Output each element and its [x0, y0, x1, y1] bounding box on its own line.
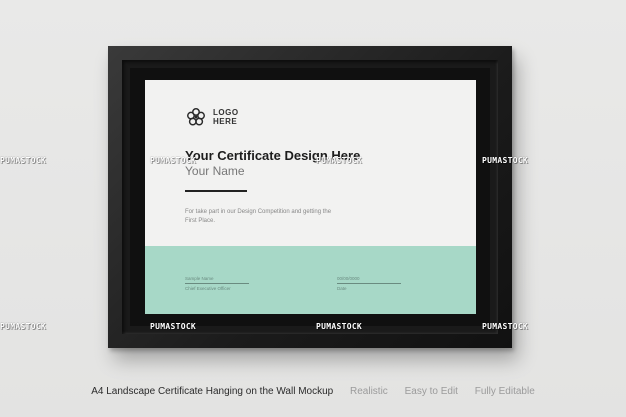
signature-left: Sample Name Chief Executive Officer: [185, 276, 249, 291]
signature-left-role: Chief Executive Officer: [185, 286, 231, 291]
caption-tag: Fully Editable: [474, 386, 535, 397]
recipient-name: Your Name: [185, 164, 245, 178]
logo-text: LOGO HERE: [213, 108, 239, 126]
certificate-paper: LOGO HERE Your Certificate Design Here Y…: [145, 80, 476, 314]
certificate-logo: LOGO HERE: [185, 106, 247, 128]
watermark: PUMASTOCK: [482, 322, 529, 331]
watermark: PUMASTOCK: [316, 322, 363, 331]
caption-tag: Realistic: [350, 386, 388, 397]
certificate-description: For take part in our Design Competition …: [185, 209, 332, 224]
signature-left-line: [185, 283, 249, 284]
signature-right-role: Date: [337, 286, 347, 291]
signature-right: 00/00/0000 Date: [337, 276, 401, 291]
flower-icon: [187, 108, 205, 126]
name-underline: [185, 190, 247, 192]
caption: A4 Landscape Certificate Hanging on the …: [0, 386, 626, 397]
watermark: PUMASTOCK: [482, 156, 529, 165]
signature-left-name: Sample Name: [185, 276, 214, 281]
watermark: PUMASTOCK: [150, 156, 197, 165]
caption-title: A4 Landscape Certificate Hanging on the …: [91, 386, 334, 397]
watermark: PUMASTOCK: [150, 322, 197, 331]
signature-right-date: 00/00/0000: [337, 276, 360, 281]
caption-tag: Easy to Edit: [404, 386, 458, 397]
signature-right-line: [337, 283, 401, 284]
watermark: PUMASTOCK: [0, 322, 47, 331]
watermark: PUMASTOCK: [316, 156, 363, 165]
watermark: PUMASTOCK: [0, 156, 47, 165]
